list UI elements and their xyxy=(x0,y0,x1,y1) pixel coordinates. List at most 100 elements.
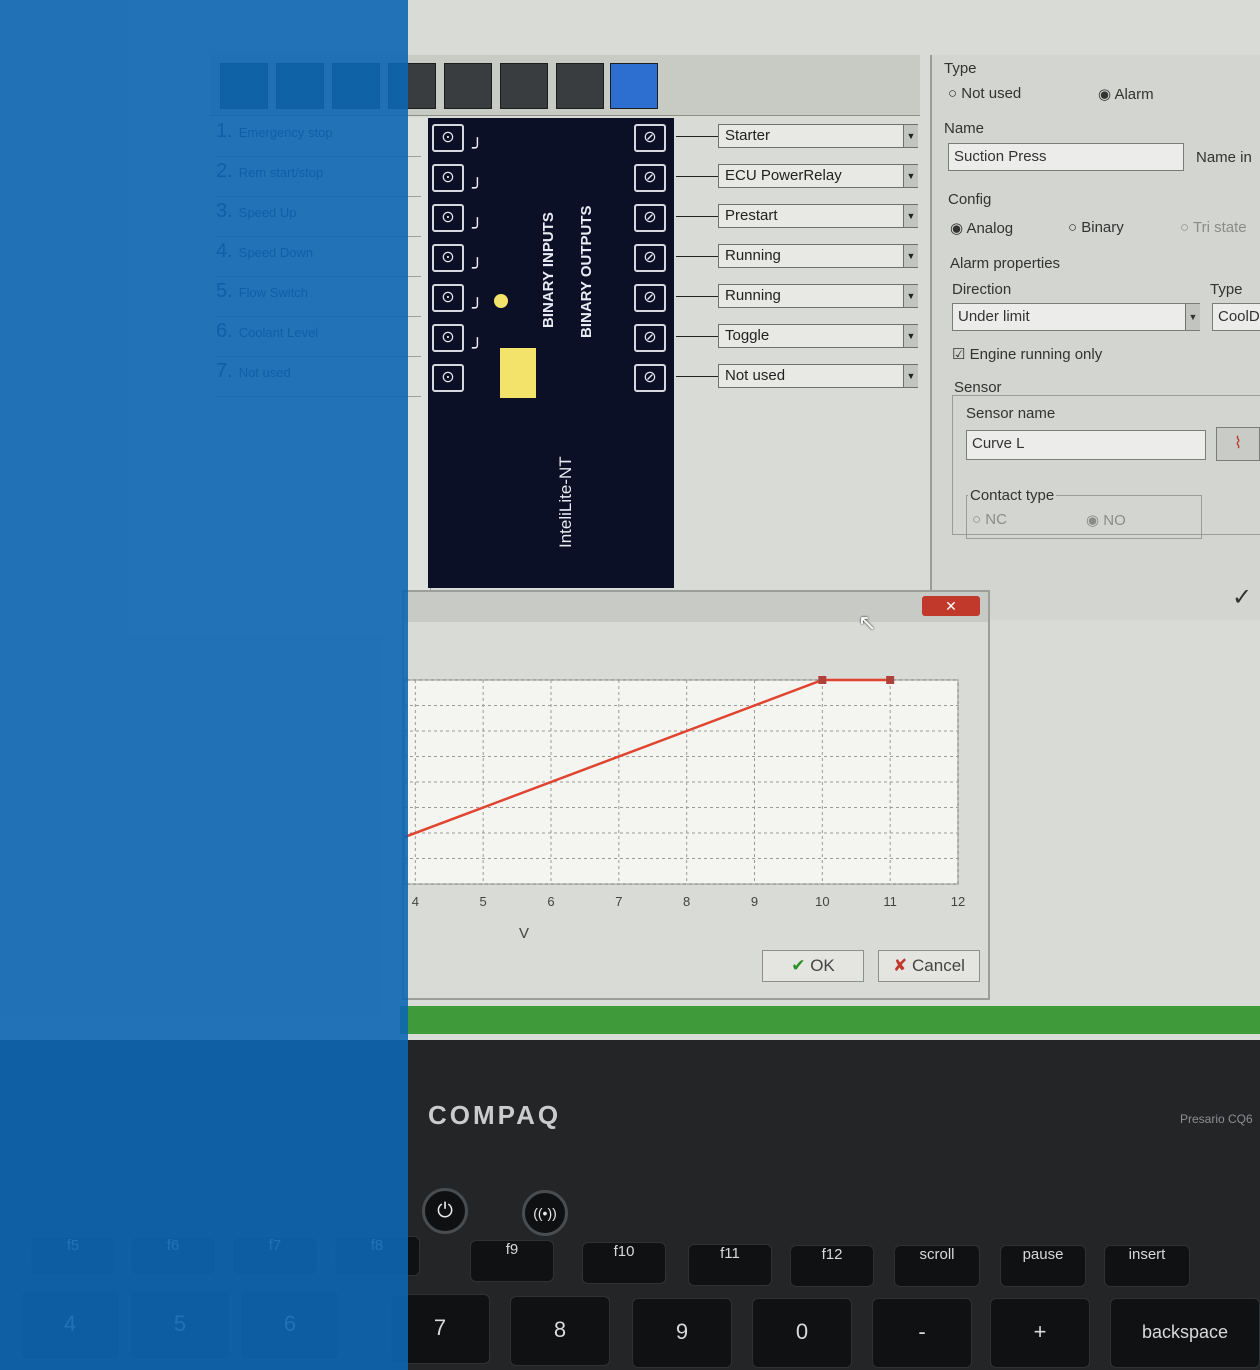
key-plus[interactable]: + xyxy=(990,1298,1090,1368)
key-label: 5 xyxy=(173,1311,187,1336)
key-f12[interactable]: f12 xyxy=(790,1245,874,1287)
curve-editor-icon[interactable]: ⌇ xyxy=(1216,427,1260,461)
printer-icon[interactable] xyxy=(388,63,436,109)
radio-no[interactable]: ◉ NO xyxy=(1086,511,1126,529)
cancel-button[interactable]: ✘ Cancel xyxy=(878,950,980,982)
output-terminal-icon[interactable]: ⊘ xyxy=(634,164,666,192)
output-terminal-icon[interactable]: ⊘ xyxy=(634,324,666,352)
radio-tri-state[interactable]: ○ Tri state xyxy=(1180,219,1247,236)
output-terminal-icon[interactable]: ⊘ xyxy=(634,364,666,392)
key-f10[interactable]: f10 xyxy=(582,1242,666,1284)
key-f6[interactable]: f6 xyxy=(130,1236,216,1276)
key-label: f9 xyxy=(505,1241,519,1258)
output-select[interactable]: ECU PowerRelay ▼ xyxy=(718,164,918,188)
x-tick-label: 8 xyxy=(683,894,690,909)
output-select[interactable]: Running ▼ xyxy=(718,284,918,308)
output-row: Running ▼ xyxy=(676,241,921,271)
camera-icon[interactable] xyxy=(444,63,492,109)
key-pause[interactable]: pause xyxy=(1000,1245,1086,1287)
type2-field[interactable]: CoolD xyxy=(1212,303,1260,331)
output-select[interactable]: Running ▼ xyxy=(718,244,918,268)
key-5[interactable]: 5 xyxy=(130,1290,230,1360)
key-minus[interactable]: - xyxy=(872,1298,972,1368)
input-terminal-icon[interactable]: ⊙ xyxy=(432,284,464,312)
output-value: Toggle xyxy=(725,327,770,344)
key-f9[interactable]: f9 xyxy=(470,1240,554,1282)
name-field[interactable]: Suction Press xyxy=(948,143,1184,171)
key-insert[interactable]: insert xyxy=(1104,1245,1190,1287)
input-label: Not used xyxy=(238,365,291,380)
output-row: Toggle ▼ xyxy=(676,321,921,351)
direction-select[interactable]: Under limit ▼ xyxy=(952,303,1200,331)
output-select[interactable]: Not used ▼ xyxy=(718,364,918,388)
input-number: 3. xyxy=(216,200,233,222)
key-f8[interactable]: f8 xyxy=(334,1236,420,1276)
output-terminal-icon[interactable]: ⊘ xyxy=(634,204,666,232)
chevron-down-icon[interactable]: ▼ xyxy=(903,165,918,187)
output-terminal-icon[interactable]: ⊘ xyxy=(634,124,666,152)
connect-icon[interactable] xyxy=(556,63,604,109)
plug-icon[interactable] xyxy=(500,63,548,109)
output-select[interactable]: Prestart ▼ xyxy=(718,204,918,228)
folder-icon[interactable] xyxy=(332,63,380,109)
output-terminal-icon[interactable]: ⊘ xyxy=(634,244,666,272)
list-item[interactable]: 5. Flow Switch xyxy=(216,280,421,317)
output-terminal-icon[interactable]: ⊘ xyxy=(634,284,666,312)
list-item[interactable]: 3. Speed Up xyxy=(216,200,421,237)
input-terminal-icon[interactable]: ⊙ xyxy=(432,204,464,232)
x-icon: ✘ xyxy=(893,956,908,975)
display-icon[interactable] xyxy=(610,63,658,109)
output-select[interactable]: Starter ▼ xyxy=(718,124,918,148)
list-item[interactable]: 4. Speed Down xyxy=(216,240,421,277)
input-terminal-icon[interactable]: ⊙ xyxy=(432,364,464,392)
key-0[interactable]: 0 xyxy=(752,1298,852,1368)
key-scroll[interactable]: scroll xyxy=(894,1245,980,1287)
sensor-name-field[interactable]: Curve L xyxy=(966,430,1206,460)
list-icon[interactable] xyxy=(276,63,324,109)
chevron-down-icon[interactable]: ▼ xyxy=(903,125,918,147)
radio-nc[interactable]: ○ NC xyxy=(972,511,1007,528)
key-f11[interactable]: f11 xyxy=(688,1244,772,1286)
input-terminal-icon[interactable]: ⊙ xyxy=(432,324,464,352)
input-terminal-icon[interactable]: ⊙ xyxy=(432,244,464,272)
binary-input-list: 1. Emergency stop 2. Rem start/stop 3. Spee… xyxy=(210,118,431,598)
input-terminal-icon[interactable]: ⊙ xyxy=(432,164,464,192)
list-item[interactable]: 6. Coolant Level xyxy=(216,320,421,357)
radio-label: Alarm xyxy=(1114,86,1154,103)
engine-running-checkbox[interactable]: ☑ Engine running only xyxy=(952,345,1102,363)
key-7[interactable]: 7 xyxy=(390,1294,490,1364)
controller-model-label: InteliLite-NT xyxy=(556,456,575,548)
output-select[interactable]: Toggle ▼ xyxy=(718,324,918,348)
key-9[interactable]: 9 xyxy=(632,1298,732,1368)
chevron-down-icon[interactable]: ▼ xyxy=(903,365,918,387)
laptop-body: COMPAQ Presario CQ6 ⏻ ((•)) f5 f6 f7 f8 … xyxy=(0,1040,1260,1370)
key-f7[interactable]: f7 xyxy=(232,1236,318,1276)
chevron-down-icon[interactable]: ▼ xyxy=(903,205,918,227)
radio-alarm[interactable]: ◉ Alarm xyxy=(1098,85,1154,103)
chevron-down-icon[interactable]: ▼ xyxy=(903,285,918,307)
wireless-icon[interactable]: ((•)) xyxy=(522,1190,568,1236)
radio-binary[interactable]: ○ Binary xyxy=(1068,219,1124,236)
input-label: Speed Down xyxy=(238,245,314,260)
input-terminal-icon[interactable]: ⊙ xyxy=(432,124,464,152)
key-backspace[interactable]: backspace xyxy=(1110,1298,1260,1368)
chevron-down-icon[interactable]: ▼ xyxy=(903,325,918,347)
switch-icons: ╯ ╯ ╯ ╯ ╯ ╯ xyxy=(472,138,483,358)
wrench-icon[interactable] xyxy=(220,63,268,109)
radio-analog[interactable]: ◉ Analog xyxy=(950,219,1013,237)
list-item[interactable]: 1. Emergency stop xyxy=(216,120,421,157)
power-icon[interactable]: ⏻ xyxy=(422,1188,468,1234)
highlight-block xyxy=(500,348,536,398)
key-6[interactable]: 6 xyxy=(240,1290,340,1360)
radio-not-used[interactable]: ○ Not used xyxy=(948,85,1021,102)
key-4[interactable]: 4 xyxy=(20,1290,120,1360)
chevron-down-icon[interactable]: ▼ xyxy=(903,245,918,267)
chevron-down-icon[interactable]: ▼ xyxy=(1185,304,1200,330)
key-8[interactable]: 8 xyxy=(510,1296,610,1366)
confirm-check-icon[interactable]: ✓ xyxy=(1232,583,1252,612)
ok-button[interactable]: ✔ OK xyxy=(762,950,864,982)
input-label: Speed Up xyxy=(238,205,297,220)
key-f5[interactable]: f5 xyxy=(30,1236,116,1276)
list-item[interactable]: 2. Rem start/stop xyxy=(216,160,421,197)
list-item[interactable]: 7. Not used xyxy=(216,360,421,397)
